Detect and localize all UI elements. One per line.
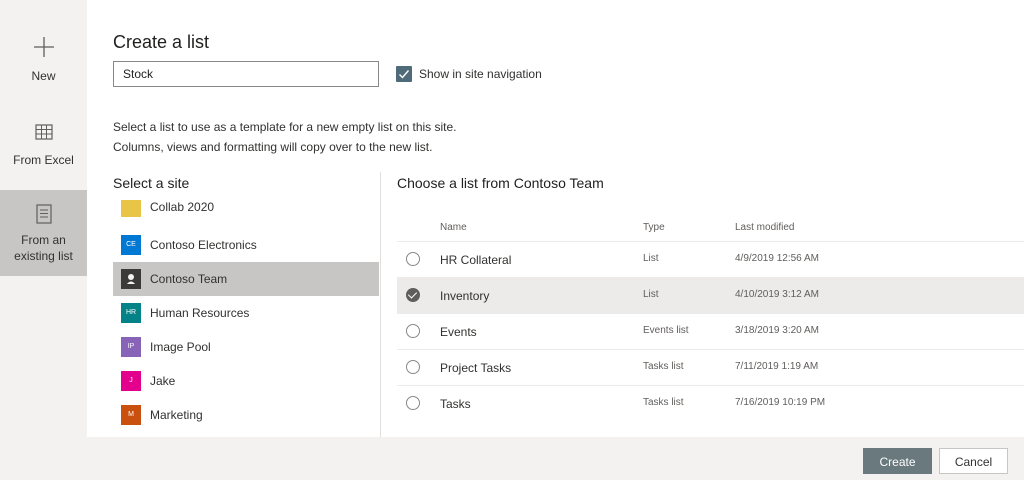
column-header-modified[interactable]: Last modified bbox=[735, 222, 794, 233]
create-button[interactable]: Create bbox=[863, 448, 932, 474]
list-type: Tasks list bbox=[643, 361, 684, 372]
list-type: Tasks list bbox=[643, 397, 684, 408]
site-initials-badge: HR bbox=[121, 303, 141, 323]
choose-list-heading: Choose a list from Contoso Team bbox=[397, 175, 604, 191]
show-in-nav-checkbox[interactable] bbox=[396, 66, 412, 82]
site-item-image-pool[interactable]: IP Image Pool bbox=[113, 330, 379, 364]
site-initials-badge: M bbox=[121, 405, 141, 425]
list-name: Inventory bbox=[440, 289, 490, 303]
list-name: Project Tasks bbox=[440, 361, 512, 375]
site-name: Marketing bbox=[150, 408, 203, 422]
site-name: Contoso Electronics bbox=[150, 238, 257, 252]
list-modified: 7/11/2019 1:19 AM bbox=[735, 361, 819, 372]
column-header-name[interactable]: Name bbox=[440, 222, 467, 233]
radio-button[interactable] bbox=[406, 396, 420, 410]
dialog-title: Create a list bbox=[113, 32, 210, 52]
list-row-tasks[interactable]: Tasks Tasks list 7/16/2019 10:19 PM bbox=[397, 385, 1024, 422]
site-name: Human Resources bbox=[150, 306, 250, 320]
site-name: Collab 2020 bbox=[150, 200, 215, 214]
list-type: List bbox=[643, 253, 659, 264]
list-row-events[interactable]: Events Events list 3/18/2019 3:20 AM bbox=[397, 313, 1024, 350]
list-row-project-tasks[interactable]: Project Tasks Tasks list 7/11/2019 1:19 … bbox=[397, 349, 1024, 386]
left-rail: New From Excel From an existing list bbox=[0, 0, 87, 480]
list-type: Events list bbox=[643, 325, 689, 336]
checkmark-icon bbox=[399, 70, 410, 79]
site-name: Jake bbox=[150, 374, 176, 388]
radio-button[interactable] bbox=[406, 360, 420, 374]
list-modified: 4/9/2019 12:56 AM bbox=[735, 253, 819, 264]
cancel-button[interactable]: Cancel bbox=[939, 448, 1008, 474]
site-logo-icon bbox=[121, 269, 141, 289]
document-list-icon bbox=[35, 204, 52, 224]
site-name: Contoso Team bbox=[150, 272, 228, 286]
list-name: Events bbox=[440, 325, 477, 339]
site-item-jake[interactable]: J Jake bbox=[113, 364, 379, 398]
rail-from-excel-button[interactable]: From Excel bbox=[0, 124, 87, 184]
rail-new-button[interactable]: New bbox=[0, 36, 87, 96]
description-line-2: Columns, views and formatting will copy … bbox=[113, 140, 433, 154]
site-item-human-resources[interactable]: HR Human Resources bbox=[113, 296, 379, 330]
list-row-inventory[interactable]: Inventory List 4/10/2019 3:12 AM bbox=[397, 277, 1024, 314]
list-modified: 7/16/2019 10:19 PM bbox=[735, 397, 826, 408]
site-list[interactable]: Collab 2020 CE Contoso Electronics Conto… bbox=[113, 200, 379, 438]
radio-button-checked[interactable] bbox=[406, 288, 420, 302]
site-item-contoso-team[interactable]: Contoso Team bbox=[113, 262, 379, 296]
site-team-logo-icon bbox=[127, 274, 135, 284]
site-logo-icon bbox=[121, 200, 141, 217]
panel-divider bbox=[380, 172, 381, 438]
list-modified: 3/18/2019 3:20 AM bbox=[735, 325, 819, 336]
list-name: HR Collateral bbox=[440, 253, 512, 267]
column-header-type[interactable]: Type bbox=[643, 222, 665, 233]
table-grid-icon bbox=[34, 124, 53, 140]
rail-from-excel-label: From Excel bbox=[13, 153, 74, 167]
rail-new-label: New bbox=[31, 69, 56, 83]
radio-button[interactable] bbox=[406, 324, 420, 338]
list-name-input[interactable] bbox=[113, 61, 379, 87]
list-type: List bbox=[643, 289, 659, 300]
show-in-nav-label: Show in site navigation bbox=[419, 67, 542, 81]
radio-button[interactable] bbox=[406, 252, 420, 266]
rail-existing-label-line2: existing list bbox=[14, 249, 73, 263]
site-initials-badge: IP bbox=[121, 337, 141, 357]
plus-icon bbox=[33, 37, 54, 57]
site-initials-badge: J bbox=[121, 371, 141, 391]
list-name: Tasks bbox=[440, 397, 471, 411]
site-item-collab-2020[interactable]: Collab 2020 bbox=[113, 200, 379, 224]
site-item-marketing[interactable]: M Marketing bbox=[113, 398, 379, 432]
site-item-contoso-electronics[interactable]: CE Contoso Electronics bbox=[113, 228, 379, 262]
site-name: Image Pool bbox=[150, 340, 211, 354]
list-modified: 4/10/2019 3:12 AM bbox=[735, 289, 819, 300]
rail-from-existing-list-button[interactable]: From an existing list bbox=[0, 190, 87, 276]
description-line-1: Select a list to use as a template for a… bbox=[113, 120, 457, 134]
list-row-hr-collateral[interactable]: HR Collateral List 4/9/2019 12:56 AM bbox=[397, 241, 1024, 278]
site-initials-badge: CE bbox=[121, 235, 141, 255]
select-site-heading: Select a site bbox=[113, 175, 190, 191]
rail-existing-label-line1: From an bbox=[21, 233, 66, 247]
